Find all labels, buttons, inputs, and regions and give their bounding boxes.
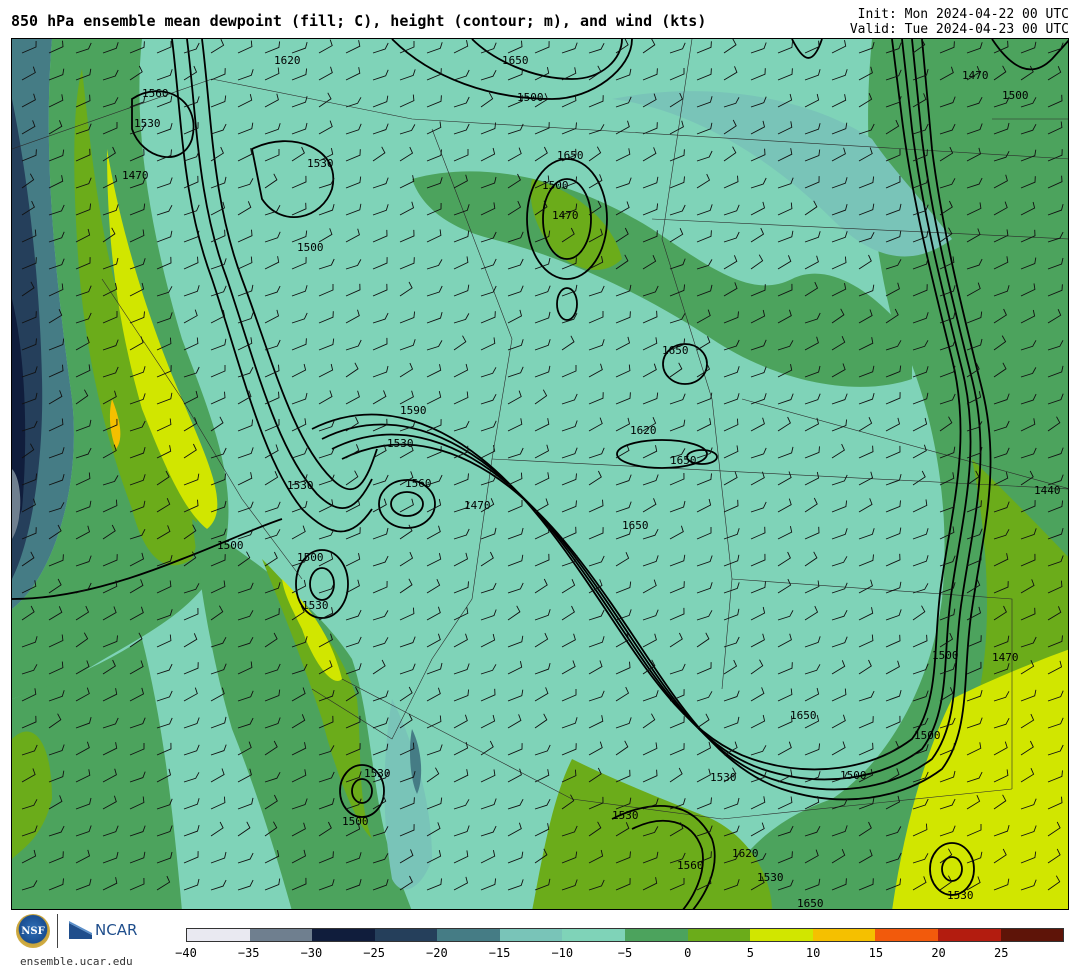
colorbar-swatch bbox=[875, 929, 938, 941]
contour-label: 1650 bbox=[622, 519, 649, 532]
contour-label: 1650 bbox=[557, 149, 584, 162]
colorbar-ticks: −40 −35 −30 −25 −20 −15 −10 −5 0 5 10 15 20 25 bbox=[175, 946, 1064, 962]
contour-label: 1530 bbox=[710, 771, 737, 784]
contour-label: 1500 bbox=[932, 649, 959, 662]
init-time: Init: Mon 2024-04-22 00 UTC bbox=[857, 7, 1069, 22]
time-info: Init: Mon 2024-04-22 00 UTC Valid: Tue 2… bbox=[850, 7, 1069, 37]
colorbar-tick-label: −15 bbox=[488, 946, 511, 960]
contour-label: 1650 bbox=[502, 54, 529, 67]
ncar-logo-text: NCAR bbox=[95, 921, 138, 939]
colorbar-swatch bbox=[812, 929, 876, 941]
colorbar-tick-label: −20 bbox=[426, 946, 448, 960]
contour-label: 1530 bbox=[287, 479, 314, 492]
colorbar-tick-label: −10 bbox=[551, 946, 574, 960]
colorbar-swatch bbox=[312, 929, 375, 941]
contour-label: 1560 bbox=[405, 477, 432, 490]
map-graphic: 1560 1530 1470 1620 1530 1500 1650 1500 … bbox=[12, 39, 1068, 910]
contour-label: 1560 bbox=[677, 859, 704, 872]
colorbar-swatch bbox=[1000, 929, 1064, 941]
contour-label: 1530 bbox=[947, 889, 974, 902]
map-panel: 1560 1530 1470 1620 1530 1500 1650 1500 … bbox=[11, 38, 1069, 910]
colorbar-swatch bbox=[249, 929, 313, 941]
contour-label: 1530 bbox=[134, 117, 161, 130]
contour-label: 1530 bbox=[307, 157, 334, 170]
contour-label: 1470 bbox=[552, 209, 579, 222]
colorbar-swatch bbox=[687, 929, 751, 941]
contour-label: 1530 bbox=[757, 871, 784, 884]
colorbar-swatch bbox=[437, 929, 500, 941]
contour-label: 1590 bbox=[400, 404, 427, 417]
chart-title: 850 hPa ensemble mean dewpoint (fill; C)… bbox=[11, 12, 707, 30]
colorbar-swatch bbox=[187, 929, 250, 941]
contour-label: 1530 bbox=[387, 437, 414, 450]
contour-label: 1650 bbox=[790, 709, 817, 722]
colorbar-tick-label: 5 bbox=[746, 946, 755, 960]
colorbar-tick-label: −30 bbox=[300, 946, 323, 960]
colorbar-tick-label: −35 bbox=[237, 946, 260, 960]
colorbar-tick-label: 0 bbox=[684, 946, 692, 960]
contour-label: 1500 bbox=[1002, 89, 1029, 102]
nsf-logo-text: NSF bbox=[21, 925, 45, 937]
colorbar-swatch bbox=[750, 929, 813, 941]
colorbar-tick-label: −5 bbox=[617, 946, 633, 960]
contour-label: 1500 bbox=[297, 241, 324, 254]
ncar-logo: NCAR bbox=[68, 918, 137, 942]
contour-label: 1500 bbox=[217, 539, 244, 552]
contour-label: 1470 bbox=[962, 69, 989, 82]
colorbar-swatch bbox=[374, 929, 438, 941]
contour-label: 1650 bbox=[670, 454, 697, 467]
contour-label: 1500 bbox=[542, 179, 569, 192]
colorbar-swatch bbox=[562, 929, 626, 941]
contour-label: 1440 bbox=[1034, 484, 1061, 497]
valid-time: Valid: Tue 2024-04-23 00 UTC bbox=[849, 22, 1069, 37]
contour-label: 1500 bbox=[914, 729, 941, 742]
colorbar-swatch bbox=[625, 929, 688, 941]
colorbar-tick-label: 25 bbox=[994, 946, 1009, 960]
logo-separator bbox=[57, 914, 58, 948]
colorbar-tick-label: −40 bbox=[175, 946, 197, 960]
contour-label: 1530 bbox=[612, 809, 639, 822]
contour-label: 1560 bbox=[142, 87, 169, 100]
contour-label: 1530 bbox=[364, 767, 391, 780]
colorbar-tick-label: −25 bbox=[363, 946, 385, 960]
contour-label: 1500 bbox=[297, 551, 324, 564]
site-url: ensemble.ucar.edu bbox=[20, 955, 133, 968]
dewpoint-colorbar bbox=[186, 928, 1064, 942]
nsf-logo: NSF bbox=[16, 914, 50, 948]
colorbar-tick-label: 15 bbox=[868, 946, 884, 960]
ncar-mark-icon bbox=[69, 921, 92, 939]
contour-label: 1530 bbox=[302, 599, 329, 612]
colorbar-swatch bbox=[499, 929, 563, 941]
contour-label: 1470 bbox=[992, 651, 1019, 664]
contour-label: 1620 bbox=[274, 54, 301, 67]
contour-label: 1500 bbox=[342, 815, 369, 828]
colorbar-tick-label: 10 bbox=[805, 946, 821, 960]
colorbar-swatch bbox=[937, 929, 1001, 941]
contour-label: 1650 bbox=[662, 344, 689, 357]
contour-label: 1650 bbox=[797, 897, 824, 910]
colorbar-tick-label: 20 bbox=[931, 946, 946, 960]
